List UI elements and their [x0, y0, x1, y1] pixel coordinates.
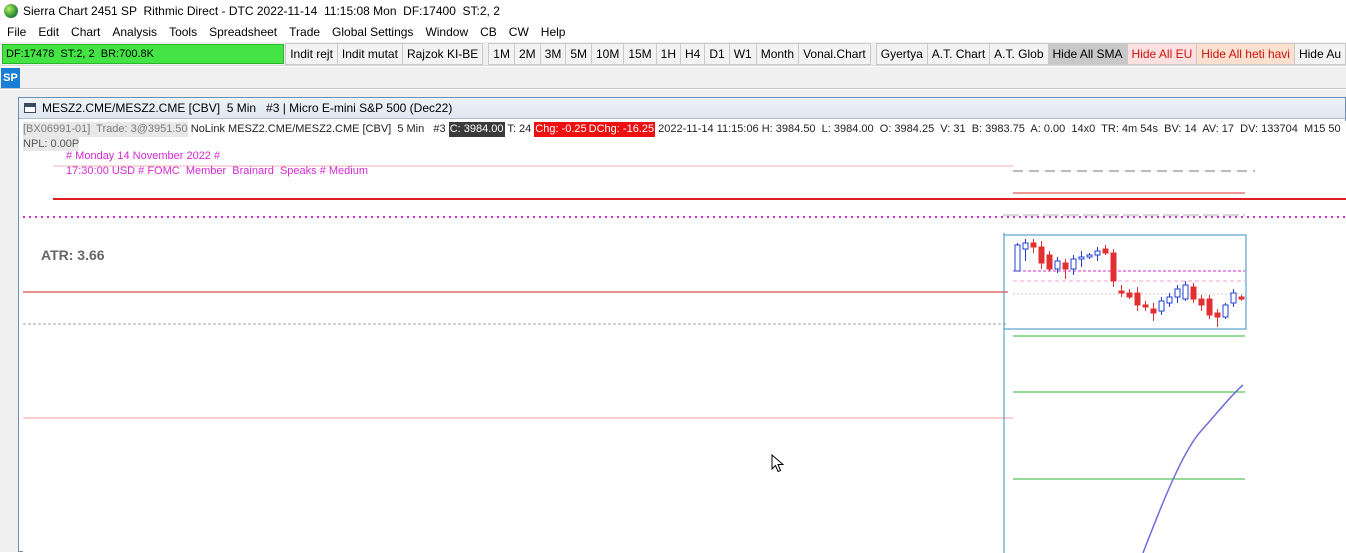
candle-body: [1038, 246, 1045, 264]
workspace: MESZ2.CME/MESZ2.CME [CBV] 5 Min #3 | Mic…: [0, 90, 1346, 553]
account-trade-info: [BX06991-01] Trade: 3@3951.50: [23, 121, 188, 137]
price-chart[interactable]: [23, 121, 1346, 553]
change-badge: Chg: -0.25: [534, 121, 588, 137]
candle-body: [1190, 286, 1197, 300]
candle-body: [1166, 296, 1173, 304]
tab-sp[interactable]: SP: [1, 68, 20, 88]
chart-info-line: [BX06991-01] Trade: 3@3951.50 NoLink MES…: [23, 121, 1346, 137]
chart-area[interactable]: [BX06991-01] Trade: 3@3951.50 NoLink MES…: [23, 121, 1346, 553]
candle-body: [1054, 260, 1061, 270]
menu-cb[interactable]: CB: [474, 22, 503, 42]
menu-window[interactable]: Window: [419, 22, 474, 42]
candle-body: [1102, 248, 1109, 254]
candle-body: [1126, 292, 1133, 298]
toolbar-button-10m[interactable]: 10M: [590, 42, 625, 65]
toolbar-button-d1[interactable]: D1: [704, 42, 730, 65]
candle-body: [1142, 304, 1149, 308]
candle-body: [1198, 298, 1205, 306]
menu-tools[interactable]: Tools: [163, 22, 203, 42]
toolbar-button-1m[interactable]: 1M: [488, 42, 515, 65]
net-pnl-label: NPL: 0.00P: [23, 137, 80, 151]
chartbook-tab-strip: SP: [0, 67, 1346, 89]
menu-trade[interactable]: Trade: [283, 22, 326, 42]
candle-body: [1206, 298, 1213, 316]
toolbar-button-hide-au[interactable]: Hide Au: [1293, 42, 1346, 65]
window-title: Sierra Chart 2451 SP Rithmic Direct - DT…: [23, 4, 500, 18]
trade-count: T: 24: [504, 122, 535, 135]
menu-global-settings[interactable]: Global Settings: [326, 22, 419, 42]
candle-body: [1030, 242, 1037, 248]
toolbar-button-3m[interactable]: 3M: [539, 42, 567, 65]
indicator-curve: [1142, 384, 1244, 553]
chart-window: MESZ2.CME/MESZ2.CME [CBV] 5 Min #3 | Mic…: [18, 97, 1346, 553]
toolbar: DF:17478 ST:2, 2 BR:700.8K Indit rejt Ind…: [0, 42, 1346, 66]
toolbar-button-hide-all-heti-havi[interactable]: Hide All heti havi: [1196, 42, 1295, 65]
toolbar-button-month[interactable]: Month: [755, 42, 800, 65]
candle-body: [1070, 258, 1077, 270]
candle-body: [1182, 284, 1189, 300]
mouse-cursor-icon: [771, 454, 785, 473]
chart-window-title: MESZ2.CME/MESZ2.CME [CBV] 5 Min #3 | Mic…: [42, 101, 453, 115]
event-description: 17:30:00 USD # FOMC Member Brainard Spea…: [66, 165, 369, 177]
event-date-label: # Monday 14 November 2022 #: [66, 150, 221, 162]
toolbar-button-h4[interactable]: H4: [680, 42, 706, 65]
candle-body: [1022, 242, 1029, 250]
menu-edit[interactable]: Edit: [32, 22, 65, 42]
close-price-badge: C: 3984.00: [448, 121, 505, 137]
toolbar-button-5m[interactable]: 5M: [565, 42, 592, 65]
candle-body: [1110, 252, 1117, 282]
chart-window-icon: [24, 103, 36, 113]
menu-spreadsheet[interactable]: Spreadsheet: [203, 22, 283, 42]
menu-chart[interactable]: Chart: [65, 22, 106, 42]
toolbar-button-15m[interactable]: 15M: [623, 42, 657, 65]
candle-body: [1134, 292, 1141, 306]
toolbar-button-vonal-chart[interactable]: Vonal.Chart: [798, 42, 871, 65]
candle-body: [1222, 304, 1229, 318]
candle-body: [1174, 288, 1181, 298]
daily-change-badge: DChg: -16.25: [587, 121, 656, 137]
candle-body: [1086, 254, 1093, 258]
bar-details: 2022-11-14 11:15:06 H: 3984.50 L: 3984.0…: [655, 122, 1346, 135]
toolbar-button-hide-all-eu[interactable]: Hide All EU: [1126, 42, 1198, 65]
candle-body: [1046, 254, 1053, 270]
toolbar-button-a-t-chart[interactable]: A.T. Chart: [926, 42, 991, 65]
connection-status-field: DF:17478 ST:2, 2 BR:700.8K: [2, 43, 285, 64]
candle-body: [1094, 250, 1101, 256]
menu-file[interactable]: File: [0, 22, 32, 42]
menu-analysis[interactable]: Analysis: [106, 22, 163, 42]
sierra-chart-globe-icon: [4, 4, 18, 18]
toolbar-button-hide-all-sma[interactable]: Hide All SMA: [1047, 42, 1128, 65]
menu-cw[interactable]: CW: [503, 22, 535, 42]
chart-window-header[interactable]: MESZ2.CME/MESZ2.CME [CBV] 5 Min #3 | Mic…: [19, 98, 1345, 119]
toolbar-button-rajzok-ki-be[interactable]: Rajzok KI-BE: [401, 42, 484, 65]
candle-body: [1014, 244, 1021, 272]
toolbar-button-a-t-glob[interactable]: A.T. Glob: [989, 42, 1049, 65]
toolbar-button-1h[interactable]: 1H: [655, 42, 682, 65]
atr-value-label: ATR: 3.66: [41, 247, 105, 263]
toolbar-button-indit-mutat[interactable]: Indit mutat: [336, 42, 403, 65]
toolbar-button-gyertya[interactable]: Gyertya: [875, 42, 928, 65]
candle-body: [1118, 290, 1125, 294]
candle-body: [1078, 256, 1085, 260]
candle-body: [1150, 308, 1157, 314]
toolbar-button-indit-rejt[interactable]: Indit rejt: [285, 42, 338, 65]
menu-bar: File Edit Chart Analysis Tools Spreadsheet Tra…: [0, 22, 1346, 42]
menu-help[interactable]: Help: [535, 22, 572, 42]
toolbar-button-2m[interactable]: 2M: [513, 42, 541, 65]
title-bar: Sierra Chart 2451 SP Rithmic Direct - DT…: [0, 0, 1346, 22]
candle-body: [1230, 292, 1237, 304]
symbol-info: NoLink MESZ2.CME/MESZ2.CME [CBV] 5 Min #…: [187, 122, 449, 135]
candle-body: [1214, 312, 1221, 318]
candle-body: [1158, 300, 1165, 312]
candle-body: [1062, 262, 1069, 270]
candle-body: [1238, 296, 1245, 300]
toolbar-button-w1[interactable]: W1: [728, 42, 757, 65]
